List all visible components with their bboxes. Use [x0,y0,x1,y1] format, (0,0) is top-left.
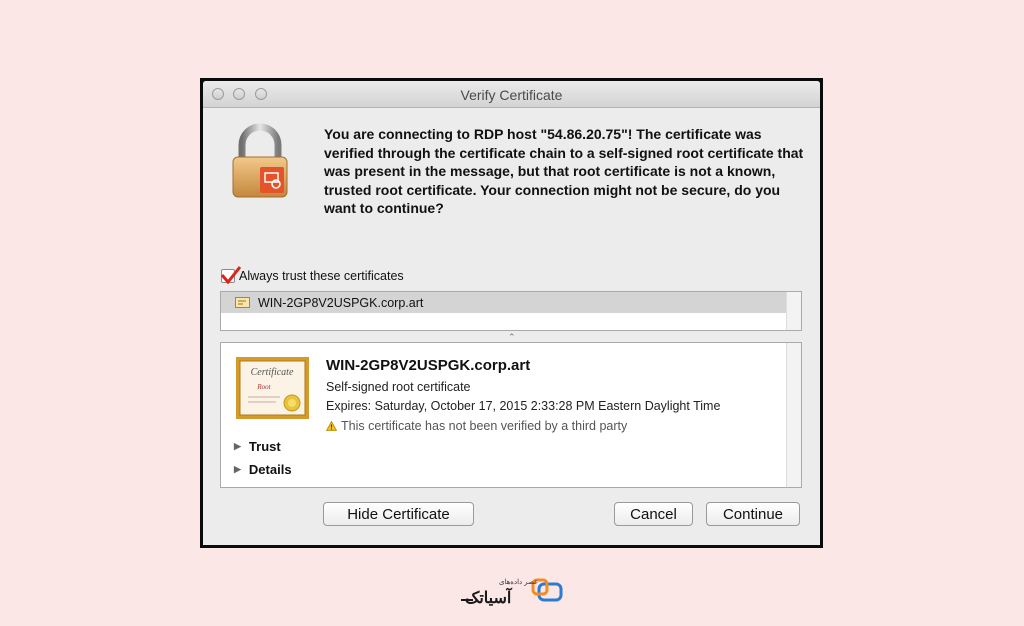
warning-icon [326,421,337,431]
details-disclosure-label: Details [248,462,292,477]
trust-disclosure-label: Trust [248,439,281,454]
cancel-button[interactable]: Cancel [614,502,693,526]
window-title: Verify Certificate [460,87,563,103]
disclosure-triangle-icon: ▶ [234,441,241,451]
lock-icon [232,123,288,198]
certificate-expiry: Expires: Saturday, October 17, 2015 2:33… [326,399,721,413]
certificate-list-item[interactable]: WIN-2GP8V2USPGK.corp.art [221,292,801,313]
certificate-list-scrollbar[interactable] [786,292,801,330]
brand-logo-tagline: عصر داده‌های [499,579,539,586]
certificate-icon: Certificate Root [236,357,309,419]
certificate-list-item-label: WIN-2GP8V2USPGK.corp.art [258,295,424,310]
always-trust-checkbox[interactable] [220,266,242,285]
certificate-small-icon [235,297,250,308]
checkmark-icon [220,266,242,285]
verify-certificate-window: Verify Certificate You are connecting to… [203,81,820,545]
always-trust-label: Always trust these certificates [239,269,404,283]
certificate-name: WIN-2GP8V2USPGK.corp.art [326,357,531,374]
certificate-list: WIN-2GP8V2USPGK.corp.art [220,291,802,331]
certificate-detail-scrollbar[interactable] [786,343,801,487]
certificate-icon-title: Certificate [251,367,294,378]
details-disclosure[interactable]: ▶ Details [234,462,292,477]
certificate-detail-panel: Certificate Root WIN-2GP8V2USPGK.corp.ar… [220,342,802,488]
title-bar: Verify Certificate [203,81,820,108]
hide-certificate-button[interactable]: Hide Certificate [323,502,474,526]
certificate-warning: This certificate has not been verified b… [326,419,627,433]
certificate-warning-text: This certificate has not been verified b… [341,419,628,433]
trust-disclosure[interactable]: ▶ Trust [234,439,281,454]
certificate-icon-subtitle: Root [256,383,271,391]
brand-logo-text: آسیاتک [465,590,512,607]
disclosure-triangle-icon: ▶ [234,464,241,474]
certificate-type: Self-signed root certificate [326,380,471,394]
dialog-frame: Verify Certificate You are connecting to… [200,78,823,548]
continue-button[interactable]: Continue [706,502,800,526]
always-trust-row: Always trust these certificates [220,266,404,285]
warning-message: You are connecting to RDP host "54.86.20… [324,126,804,216]
